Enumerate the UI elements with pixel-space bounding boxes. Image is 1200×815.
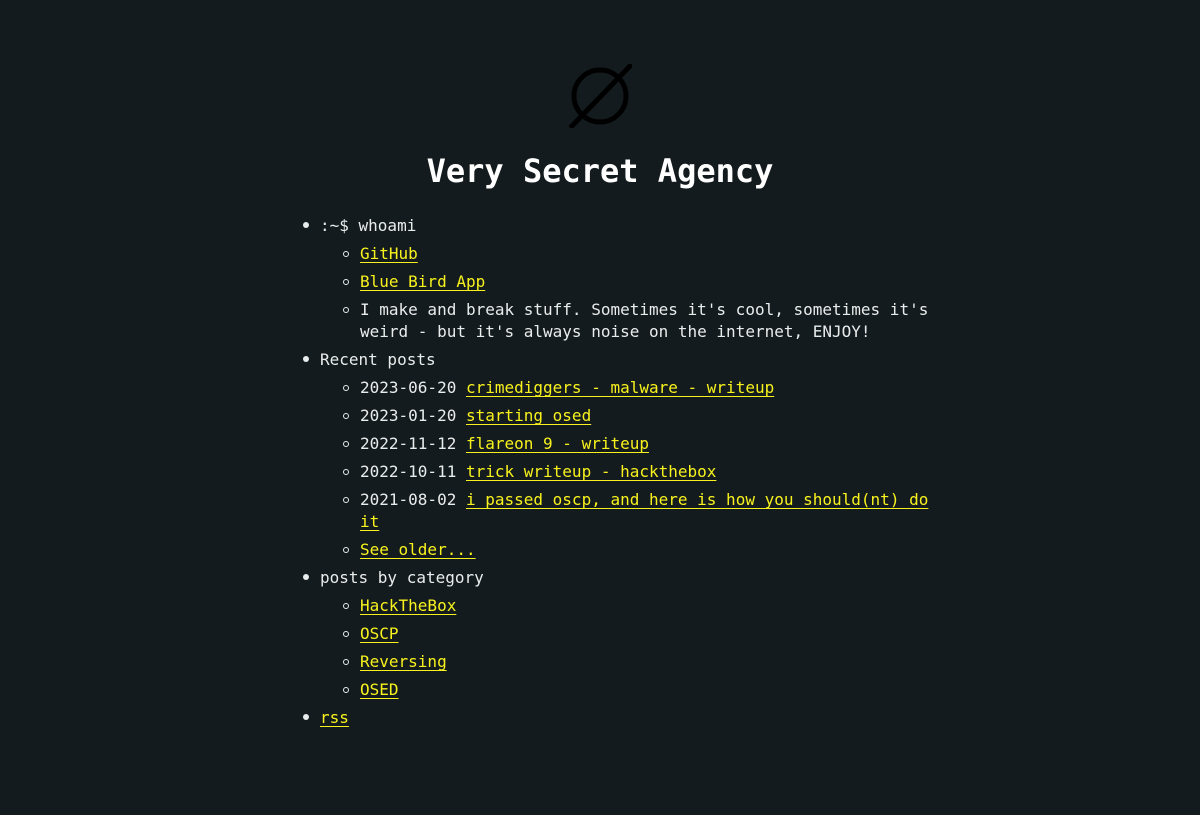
post-date: 2021-08-02 <box>360 490 457 509</box>
category-item: OSED <box>320 676 940 704</box>
section-categories: posts by category HackTheBox OSCP Revers… <box>280 564 940 704</box>
list-item: Blue Bird App <box>320 268 940 296</box>
category-link-hackthebox[interactable]: HackTheBox <box>360 596 456 615</box>
post-date: 2023-06-20 <box>360 378 457 397</box>
category-item: Reversing <box>320 648 940 676</box>
bio-text: I make and break stuff. Sometimes it's c… <box>360 300 929 341</box>
whoami-list: GitHub Blue Bird App I make and break st… <box>320 240 940 346</box>
post-date: 2023-01-20 <box>360 406 457 425</box>
category-item: OSCP <box>320 620 940 648</box>
page: Very Secret Agency :~$ whoami GitHub Blu… <box>0 0 1200 815</box>
category-item: HackTheBox <box>320 592 940 620</box>
empty-set-logo-icon[interactable] <box>568 64 632 128</box>
rss-link[interactable]: rss <box>320 708 349 727</box>
recent-posts-list: 2023-06-20 crimediggers - malware - writ… <box>320 374 940 564</box>
list-item: See older... <box>320 536 940 564</box>
nav-list: :~$ whoami GitHub Blue Bird App I make a… <box>280 212 940 732</box>
github-link[interactable]: GitHub <box>360 244 418 263</box>
post-date: 2022-11-12 <box>360 434 457 453</box>
list-item: I make and break stuff. Sometimes it's c… <box>320 296 940 346</box>
categories-list: HackTheBox OSCP Reversing OSED <box>320 592 940 704</box>
section-whoami-label: :~$ whoami <box>320 216 417 235</box>
post-item: 2023-01-20 starting osed <box>320 402 940 430</box>
post-link[interactable]: trick writeup - hackthebox <box>466 462 716 481</box>
post-item: 2022-10-11 trick writeup - hackthebox <box>320 458 940 486</box>
post-item: 2022-11-12 flareon 9 - writeup <box>320 430 940 458</box>
category-link-oscp[interactable]: OSCP <box>360 624 399 643</box>
category-link-osed[interactable]: OSED <box>360 680 399 699</box>
rss-row: rss <box>320 704 940 732</box>
post-item: 2021-08-02 i passed oscp, and here is ho… <box>320 486 940 536</box>
main-content: :~$ whoami GitHub Blue Bird App I make a… <box>280 212 940 732</box>
post-link[interactable]: starting osed <box>466 406 591 425</box>
section-recent-posts-label: Recent posts <box>320 350 436 369</box>
post-link[interactable]: flareon 9 - writeup <box>466 434 649 453</box>
blue-bird-app-link[interactable]: Blue Bird App <box>360 272 485 291</box>
post-link[interactable]: crimediggers - malware - writeup <box>466 378 774 397</box>
section-categories-label: posts by category <box>320 568 484 587</box>
section-recent-posts: Recent posts 2023-06-20 crimediggers - m… <box>280 346 940 564</box>
site-title: Very Secret Agency <box>426 152 774 190</box>
post-date: 2022-10-11 <box>360 462 457 481</box>
see-older-link[interactable]: See older... <box>360 540 476 559</box>
post-item: 2023-06-20 crimediggers - malware - writ… <box>320 374 940 402</box>
list-item: GitHub <box>320 240 940 268</box>
section-whoami: :~$ whoami GitHub Blue Bird App I make a… <box>280 212 940 346</box>
section-rss: rss <box>280 704 940 732</box>
category-link-reversing[interactable]: Reversing <box>360 652 447 671</box>
